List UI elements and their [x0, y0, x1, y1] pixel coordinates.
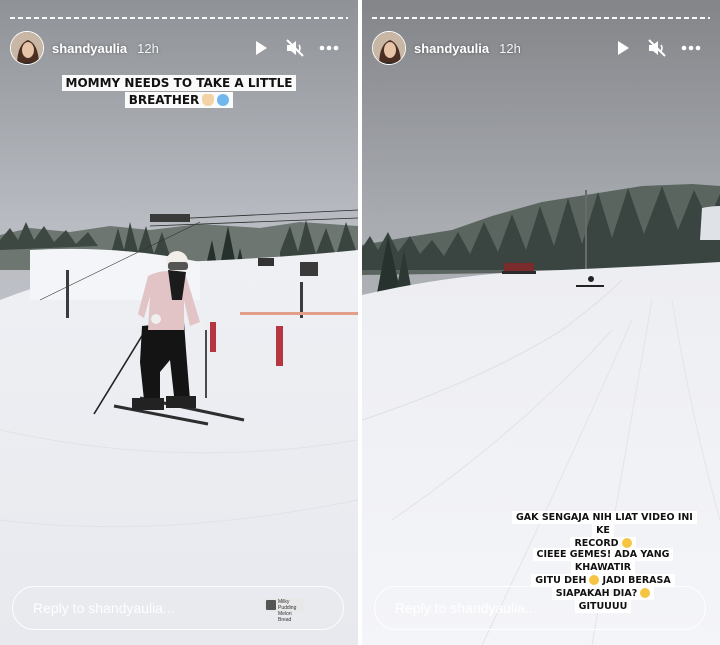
reply-input[interactable]: Reply to shandyaulia... [374, 586, 706, 630]
comment-caption-1: GAK SENGAJA NIH LIAT VIDEO INI KE RECORD [512, 511, 697, 550]
reply-placeholder: Reply to shandyaulia... [395, 600, 537, 616]
play-icon [618, 41, 629, 55]
story-panel-left[interactable]: shandyaulia 12h MOMMY NEEDS TO TAKE A LI… [0, 0, 358, 645]
username[interactable]: shandyaulia [52, 41, 127, 56]
caption-line: GITU DEH [535, 575, 587, 586]
play-button[interactable] [606, 31, 640, 65]
caption-line: MOMMY NEEDS TO TAKE A LITTLE [61, 75, 297, 91]
story-timestamp: 12h [499, 40, 521, 56]
caption-line: BREATHER [128, 93, 200, 107]
play-button[interactable] [244, 31, 278, 65]
caption-line: GAK SENGAJA NIH LIAT VIDEO INI KE [512, 511, 697, 537]
more-options-icon [319, 45, 339, 51]
grin-emoji-icon [621, 538, 632, 548]
story-panel-right[interactable]: shandyaulia 12h GAK SENGAJA NIH LIAT VID… [362, 0, 720, 645]
story-progress [10, 17, 348, 19]
more-options-icon [681, 45, 701, 51]
reply-input[interactable]: Reply to shandyaulia... [12, 586, 344, 630]
hand-emoji-icon [202, 94, 215, 106]
username[interactable]: shandyaulia [414, 41, 489, 56]
story-header: shandyaulia 12h [372, 30, 708, 66]
mute-button[interactable] [278, 31, 312, 65]
reply-placeholder: Reply to shandyaulia... [33, 600, 175, 616]
story-progress [372, 17, 710, 19]
story-caption: MOMMY NEEDS TO TAKE A LITTLE BREATHER [0, 75, 358, 109]
cold-face-emoji-icon [217, 94, 230, 106]
mute-button[interactable] [640, 31, 674, 65]
muted-speaker-icon [648, 39, 666, 57]
smile-emoji-icon [589, 575, 600, 585]
story-header: shandyaulia 12h [10, 30, 346, 66]
story-timestamp: 12h [137, 40, 159, 56]
more-options-button[interactable] [312, 31, 346, 65]
muted-speaker-icon [286, 39, 304, 57]
caption-line: CIEEE GEMES! ADA YANG KHAWATIR [532, 548, 674, 574]
avatar[interactable] [372, 31, 406, 65]
play-icon [256, 41, 267, 55]
avatar[interactable] [10, 31, 44, 65]
more-options-button[interactable] [674, 31, 708, 65]
